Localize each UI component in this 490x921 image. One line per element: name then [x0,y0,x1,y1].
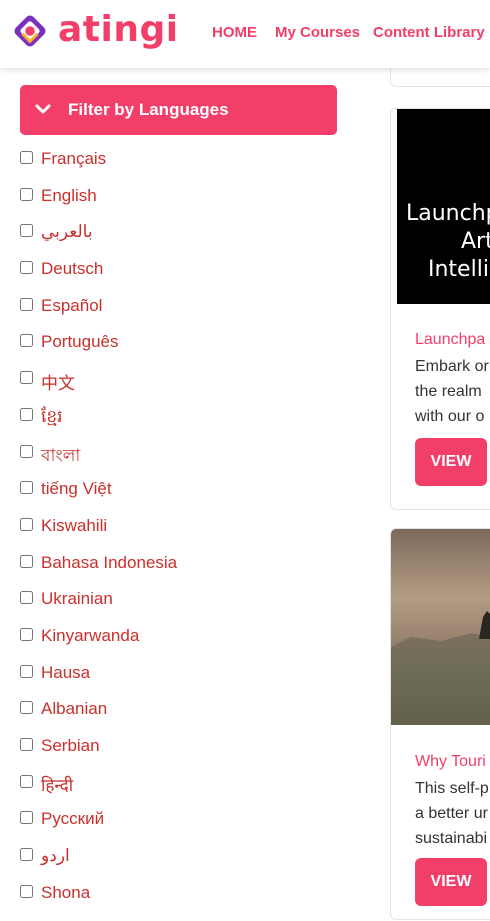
landscape-silhouette [391,611,490,725]
course-thumbnail[interactable]: Launchp Art Intellig [397,109,490,304]
language-checkbox[interactable] [20,591,33,605]
language-label[interactable]: Serbian [41,736,100,756]
language-label[interactable]: Português [41,332,119,352]
course-title[interactable]: Launchpa [415,331,485,349]
language-checkbox[interactable] [20,407,33,421]
language-label[interactable]: Ukrainian [41,589,113,609]
thumbnail-text-line: Art [461,229,490,254]
language-label[interactable]: 中文 [41,369,75,394]
language-checkbox[interactable] [20,811,33,825]
course-description-line: the realm [415,383,482,400]
language-checkbox[interactable] [20,187,33,201]
language-label[interactable]: Hausa [41,663,90,683]
language-label[interactable]: English [41,186,97,206]
logo-text[interactable]: atingi [58,9,179,50]
language-label[interactable]: اردو [41,846,70,866]
course-description-line: Embark or [415,358,489,375]
language-checkbox[interactable] [20,884,33,898]
filter-by-languages-button[interactable]: Filter by Languages [20,85,337,135]
view-button[interactable]: VIEW [415,438,487,486]
course-card[interactable]: Why Touri This self-p a better ur sustai… [390,528,490,920]
language-checkbox[interactable] [20,517,33,531]
thumbnail-text-line: Launchp [406,201,490,226]
language-checkbox[interactable] [20,224,33,238]
view-button[interactable]: VIEW [415,858,487,906]
nav-content-library[interactable]: Content Library [373,24,485,41]
chevron-down-icon [35,104,51,114]
language-checkbox[interactable] [20,444,33,458]
language-checkbox[interactable] [20,848,33,862]
course-description-line: sustainabi [415,830,488,847]
language-label[interactable]: Shona [41,883,90,903]
language-label[interactable]: ខ្មែរ [41,406,63,431]
language-checkbox[interactable] [20,664,33,678]
language-checkbox[interactable] [20,738,33,751]
atingi-logo-icon[interactable] [11,12,49,50]
language-label[interactable]: Kinyarwanda [41,626,139,646]
thumbnail-text-line: Intellig [428,257,490,282]
site-header: atingi HOME My Courses Content Library [0,0,490,68]
course-description-line: This self-p [415,780,489,797]
language-checkbox[interactable] [20,334,33,348]
course-description-line: with our o [415,408,485,425]
language-checkbox[interactable] [20,261,33,275]
course-title[interactable]: Why Touri [415,753,486,771]
language-label[interactable]: Bahasa Indonesia [41,553,177,573]
language-checkbox[interactable] [20,297,33,311]
language-label[interactable]: বাংলা [41,443,80,471]
language-label[interactable]: Français [41,149,106,169]
language-checkbox[interactable] [20,701,33,715]
language-label[interactable]: Русский [41,809,104,829]
language-label[interactable]: بالعربي [41,222,93,242]
language-checkbox[interactable] [20,774,33,788]
filter-label: Filter by Languages [68,100,229,119]
language-label[interactable]: Español [41,296,102,316]
language-label[interactable]: Albanian [41,699,107,719]
language-checkbox[interactable] [20,371,33,385]
course-card[interactable]: Launchp Art Intellig Launchpa Embark or … [390,108,490,510]
course-thumbnail[interactable] [391,529,490,725]
language-checkbox[interactable] [20,554,33,568]
language-checkbox[interactable] [20,151,33,164]
course-description-line: a better ur [415,805,488,822]
nav-my-courses[interactable]: My Courses [275,24,360,41]
language-label[interactable]: हिन्दी [41,773,73,796]
language-checkbox[interactable] [20,627,33,641]
language-label[interactable]: tiếng Việt [41,479,112,499]
nav-home[interactable]: HOME [212,24,257,41]
language-label[interactable]: Deutsch [41,259,103,279]
language-label[interactable]: Kiswahili [41,516,107,536]
language-checkbox[interactable] [20,481,33,495]
